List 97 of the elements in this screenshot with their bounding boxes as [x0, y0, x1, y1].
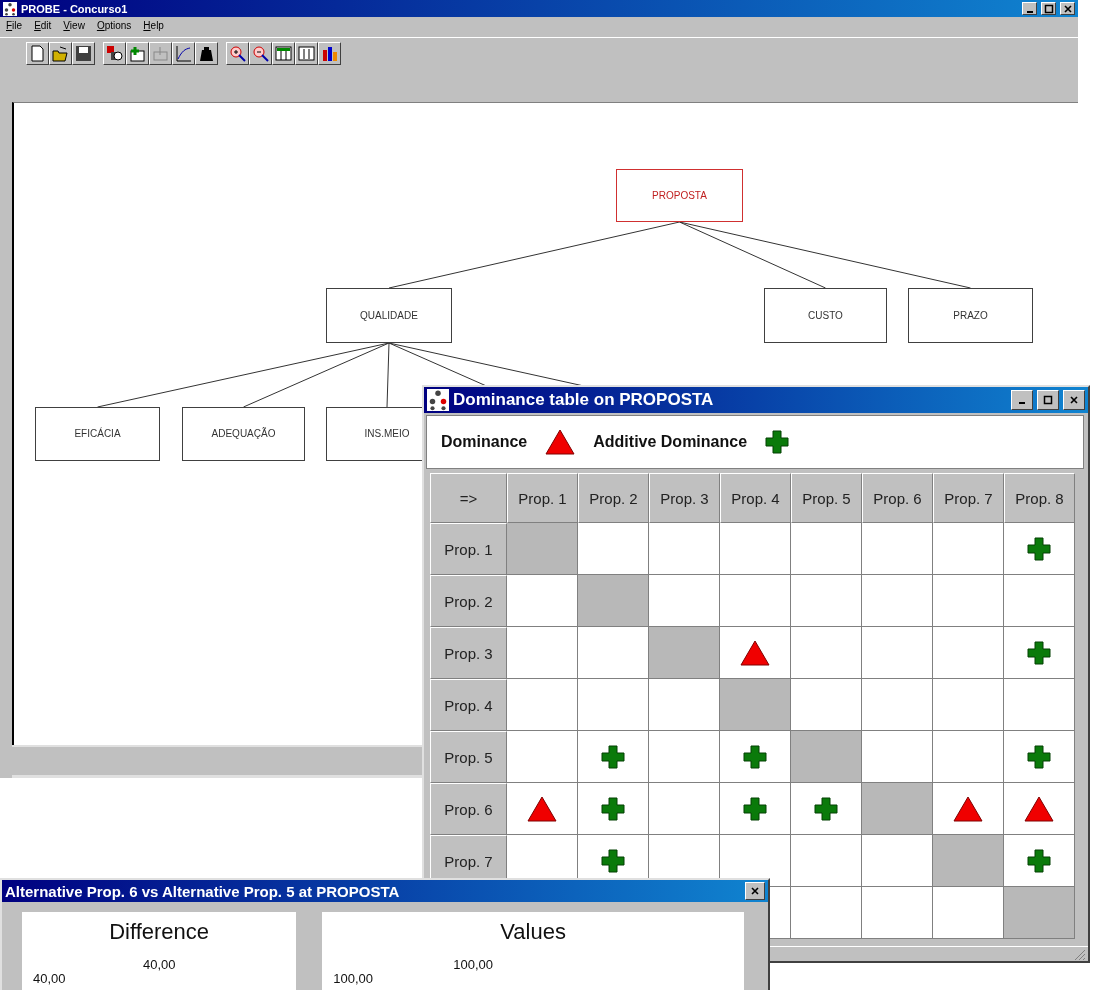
table-cell: [578, 627, 649, 679]
column-header: Prop. 1: [507, 473, 578, 523]
table-cell: [933, 575, 1004, 627]
tree-node[interactable]: PRAZO: [908, 287, 1033, 343]
menu-item[interactable]: Help: [143, 20, 164, 34]
column-header: Prop. 7: [933, 473, 1004, 523]
menu-item[interactable]: Options: [96, 20, 132, 34]
legend-label: Additive Dominance: [593, 433, 748, 451]
table-cell: [649, 575, 720, 627]
table-cell: [862, 731, 933, 783]
app-icon: [427, 389, 449, 411]
row-header: Prop. 1: [430, 523, 507, 575]
app-icon: [3, 1, 17, 16]
toolbar-button[interactable]: [149, 41, 172, 65]
maximize-button[interactable]: [1041, 2, 1056, 15]
curve-icon: [174, 43, 193, 63]
table-cell: [791, 887, 862, 939]
table-cell: [507, 627, 578, 679]
window-title: PROBE - Concurso1: [21, 2, 129, 15]
maximize-icon: [1043, 395, 1053, 405]
table-cell: [649, 523, 720, 575]
table-cell: [862, 575, 933, 627]
tree-node[interactable]: ADEQUAÇÃO: [182, 406, 305, 461]
close-button[interactable]: [745, 882, 765, 900]
column-header: Prop. 6: [862, 473, 933, 523]
table-cell: [507, 575, 578, 627]
toolbar-button[interactable]: [126, 41, 149, 65]
menu-item[interactable]: File: [6, 20, 23, 34]
table-cell: [791, 575, 862, 627]
table-cell: [862, 835, 933, 887]
axis-label: 40,00: [33, 971, 66, 986]
close-icon: [750, 886, 760, 896]
palette-icon: [105, 43, 124, 63]
table-cell: [862, 523, 933, 575]
toolbar-button[interactable]: [295, 41, 318, 65]
column-header: Prop. 2: [578, 473, 649, 523]
table-cell: [791, 523, 862, 575]
close-button[interactable]: [1060, 2, 1075, 15]
toolbar-button[interactable]: [49, 41, 72, 65]
close-icon: [1069, 395, 1079, 405]
minimize-button[interactable]: [1022, 2, 1037, 15]
table-icon: [274, 43, 293, 63]
minimize-button[interactable]: [1011, 390, 1033, 410]
resize-grip-icon[interactable]: [1072, 947, 1086, 961]
column-header: Prop. 8: [1004, 473, 1075, 523]
toolbar-button[interactable]: [249, 41, 272, 65]
minimize-icon: [1019, 402, 1025, 404]
tree-node[interactable]: PROPOSTA: [616, 168, 743, 222]
row-header: Prop. 3: [430, 627, 507, 679]
axis-label: 100,00: [333, 971, 373, 986]
menu-item[interactable]: View: [63, 20, 85, 34]
toolbar-button[interactable]: [318, 41, 341, 65]
tree-node[interactable]: EFICÁCIA: [35, 406, 160, 461]
document-icon: [28, 43, 47, 63]
corner-header: =>: [430, 473, 507, 523]
window-title: Dominance table on PROPOSTA: [453, 390, 715, 410]
row-header: Prop. 4: [430, 679, 507, 731]
value-label: 40,00: [143, 957, 176, 972]
window-title: Alternative Prop. 6 vs Alternative Prop. 5 at PROPOSTA: [5, 882, 401, 900]
table-cell: [791, 679, 862, 731]
folder-icon: [51, 43, 70, 63]
close-icon: [1062, 3, 1073, 14]
column-header: Prop. 5: [791, 473, 862, 523]
close-button[interactable]: [1063, 390, 1085, 410]
zoom-in-icon: [228, 43, 247, 63]
toolbar-button[interactable]: [195, 41, 218, 65]
row-header: Prop. 2: [430, 575, 507, 627]
minimize-icon: [1026, 10, 1033, 13]
table-cell: [720, 523, 791, 575]
toolbar-button[interactable]: [103, 41, 126, 65]
table-cell: [933, 887, 1004, 939]
table-cell: [933, 679, 1004, 731]
toolbar-button[interactable]: [226, 41, 249, 65]
row-header: Prop. 5: [430, 731, 507, 783]
toolbar-button[interactable]: [172, 41, 195, 65]
columns-icon: [297, 43, 316, 63]
zoom-out-icon: [251, 43, 270, 63]
chart-title: Values: [499, 919, 567, 945]
column-header: Prop. 4: [720, 473, 791, 523]
column-header: Prop. 3: [649, 473, 720, 523]
table-cell: [862, 679, 933, 731]
table-cell: [862, 887, 933, 939]
table-cell: [862, 627, 933, 679]
menu-item[interactable]: Edit: [34, 20, 52, 34]
chart-title: Difference: [108, 919, 211, 945]
value-label: 100,00: [453, 957, 493, 972]
table-cell: [649, 679, 720, 731]
toolbar-button[interactable]: [72, 41, 95, 65]
table-cell: [578, 523, 649, 575]
toolbar-button[interactable]: [26, 41, 49, 65]
row-header: Prop. 6: [430, 783, 507, 835]
tree-node[interactable]: QUALIDADE: [326, 287, 452, 343]
toolbar-button[interactable]: [272, 41, 295, 65]
maximize-icon: [1043, 3, 1054, 14]
tree-node[interactable]: CUSTO: [764, 287, 887, 343]
table-cell: [507, 679, 578, 731]
maximize-button[interactable]: [1037, 390, 1059, 410]
